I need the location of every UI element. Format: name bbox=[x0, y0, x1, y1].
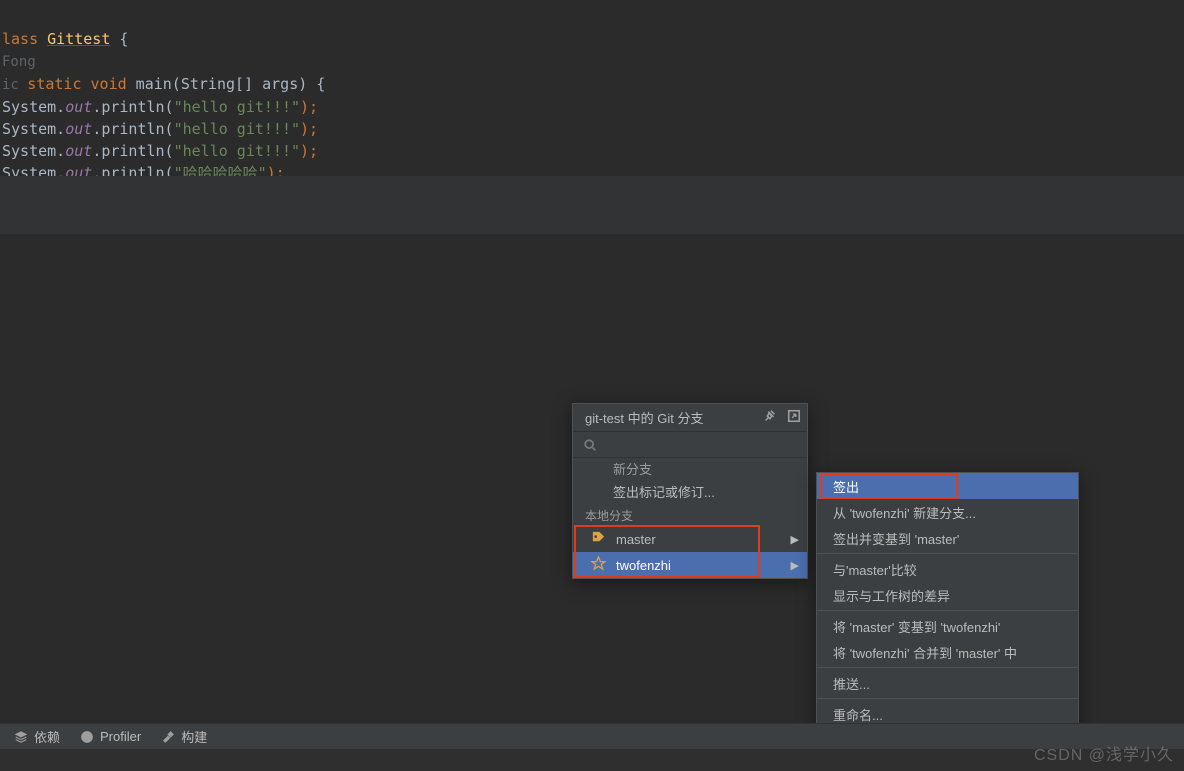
chevron-right-icon: ▶ bbox=[791, 533, 799, 546]
search-icon bbox=[583, 438, 597, 452]
branch-search-input[interactable] bbox=[573, 432, 807, 458]
toolwindow-build[interactable]: 构建 bbox=[161, 727, 207, 746]
menu-item-label: 新分支 bbox=[613, 459, 799, 478]
layers-icon bbox=[14, 730, 28, 744]
git-branches-popup[interactable]: git-test 中的 Git 分支 新分支 签出标记或修订... 本地分支 m… bbox=[572, 403, 808, 579]
code-params: (String[] args) { bbox=[172, 75, 326, 93]
pin-icon[interactable] bbox=[763, 409, 777, 426]
action-checkout[interactable]: 签出 bbox=[817, 473, 1078, 499]
code-classname: Gittest bbox=[47, 30, 110, 48]
action-label: 签出 bbox=[833, 477, 859, 496]
action-push[interactable]: 推送... bbox=[817, 670, 1078, 696]
toolwindow-label: Profiler bbox=[100, 729, 141, 744]
action-show-diff[interactable]: 显示与工作树的差异 bbox=[817, 582, 1078, 608]
code-end-3: ); bbox=[300, 142, 318, 160]
action-label: 将 'master' 变基到 'twofenzhi' bbox=[833, 617, 1000, 636]
maximize-icon[interactable] bbox=[787, 409, 801, 426]
code-string-2: "hello git!!!" bbox=[174, 120, 300, 138]
code-string-3: "hello git!!!" bbox=[174, 142, 300, 160]
menu-separator bbox=[817, 610, 1078, 611]
code-system: System. bbox=[2, 120, 65, 138]
toolwindow-label: 构建 bbox=[181, 727, 207, 746]
code-editor[interactable]: lass Gittest { Fong ic static void main(… bbox=[0, 0, 1184, 190]
action-label: 从 'twofenzhi' 新建分支... bbox=[833, 503, 976, 522]
bookmark-icon bbox=[591, 530, 606, 548]
star-icon bbox=[591, 556, 606, 574]
action-label: 签出并变基到 'master' bbox=[833, 529, 959, 548]
action-new-branch-from[interactable]: 从 'twofenzhi' 新建分支... bbox=[817, 499, 1078, 525]
toolwindow-profiler[interactable]: Profiler bbox=[80, 729, 141, 744]
code-system: System. bbox=[2, 142, 65, 160]
branch-name: master bbox=[616, 532, 791, 547]
editor-gutter-bg bbox=[0, 176, 1184, 234]
bottom-tool-window-bar: 依赖 Profiler 构建 bbox=[0, 723, 1184, 749]
branch-actions-submenu[interactable]: 签出 从 'twofenzhi' 新建分支... 签出并变基到 'master'… bbox=[816, 472, 1079, 754]
code-out-field: out bbox=[65, 142, 92, 160]
menu-item-new-branch[interactable]: 新分支 bbox=[573, 458, 807, 478]
toolwindow-dependencies[interactable]: 依赖 bbox=[14, 727, 60, 746]
menu-separator bbox=[817, 698, 1078, 699]
toolwindow-label: 依赖 bbox=[34, 727, 60, 746]
code-keyword-static-void: static void bbox=[27, 75, 135, 93]
section-label: 本地分支 bbox=[585, 507, 633, 524]
code-end-2: ); bbox=[300, 120, 318, 138]
branch-name: twofenzhi bbox=[616, 558, 791, 573]
chevron-right-icon: ▶ bbox=[791, 559, 799, 572]
code-out-field: out bbox=[65, 98, 92, 116]
action-label: 与'master'比较 bbox=[833, 560, 917, 579]
action-rebase-onto[interactable]: 将 'master' 变基到 'twofenzhi' bbox=[817, 613, 1078, 639]
section-header-local-branches: 本地分支 bbox=[573, 504, 807, 526]
menu-item-checkout-tag[interactable]: 签出标记或修订... bbox=[573, 478, 807, 504]
code-println: .println( bbox=[92, 142, 173, 160]
action-label: 重命名... bbox=[833, 705, 883, 724]
branch-item-twofenzhi[interactable]: twofenzhi ▶ bbox=[573, 552, 807, 578]
popup-title-text: git-test 中的 Git 分支 bbox=[585, 408, 703, 427]
action-label: 将 'twofenzhi' 合并到 'master' 中 bbox=[833, 643, 1017, 662]
code-println: .println( bbox=[92, 120, 173, 138]
branch-item-master[interactable]: master ▶ bbox=[573, 526, 807, 552]
menu-separator bbox=[817, 667, 1078, 668]
action-label: 显示与工作树的差异 bbox=[833, 586, 950, 605]
code-out-field: out bbox=[65, 120, 92, 138]
status-bar bbox=[0, 749, 1184, 771]
code-string-1: "hello git!!!" bbox=[174, 98, 300, 116]
action-label: 推送... bbox=[833, 674, 870, 693]
action-merge-into[interactable]: 将 'twofenzhi' 合并到 'master' 中 bbox=[817, 639, 1078, 665]
code-system: System. bbox=[2, 98, 65, 116]
menu-item-label: 签出标记或修订... bbox=[613, 482, 799, 501]
hammer-icon bbox=[161, 730, 175, 744]
code-mod-frag: ic bbox=[2, 77, 27, 93]
action-compare[interactable]: 与'master'比较 bbox=[817, 556, 1078, 582]
menu-separator bbox=[817, 553, 1078, 554]
code-end-1: ); bbox=[300, 98, 318, 116]
code-param-hint: Fong bbox=[2, 54, 36, 70]
gauge-icon bbox=[80, 730, 94, 744]
code-brace: { bbox=[110, 30, 128, 48]
code-keyword-class: lass bbox=[2, 30, 47, 48]
code-fn-name: main bbox=[136, 75, 172, 93]
action-checkout-rebase[interactable]: 签出并变基到 'master' bbox=[817, 525, 1078, 551]
popup-title-bar: git-test 中的 Git 分支 bbox=[573, 404, 807, 432]
code-println: .println( bbox=[92, 98, 173, 116]
